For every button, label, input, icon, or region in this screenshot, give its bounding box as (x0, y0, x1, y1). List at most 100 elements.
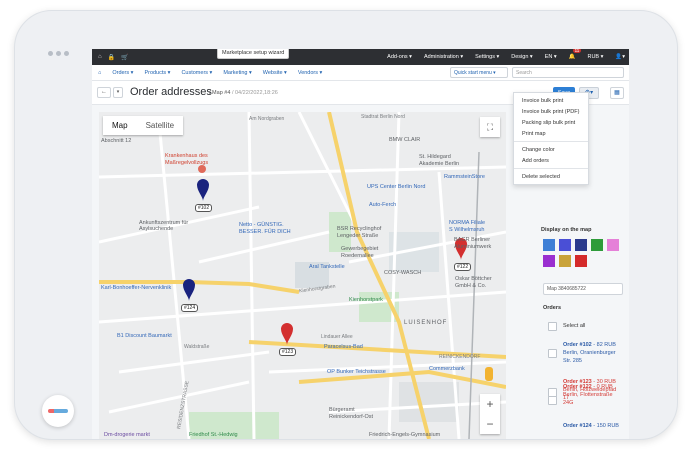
timestamp: / 04/22/2022,18:26 (231, 90, 278, 96)
menu-add-orders[interactable]: Add orders (514, 155, 588, 166)
map-label: Akademie Berlin (419, 161, 460, 167)
map-label: BMW CLAIR (389, 137, 421, 143)
street-view-pegman-icon[interactable] (485, 367, 493, 381)
menu-invoice-bulk-print[interactable]: Invoice bulk print (514, 95, 588, 106)
order-item-124[interactable]: Order #124 - 150 RUB (563, 422, 623, 430)
zoom-out-button[interactable]: − (480, 414, 500, 434)
menu-divider (514, 168, 588, 169)
menu-packing-slip-bulk-print[interactable]: Packing slip bulk print (514, 117, 588, 128)
pin-label[interactable]: #102 (195, 204, 213, 212)
order-item-123[interactable]: Order #123 - 30 RUB Berlin, Holzweidepfa… (563, 378, 623, 402)
wizard-tooltip[interactable]: Marketplace setup wizard (217, 49, 290, 59)
order-item-102[interactable]: Order #102 - 82 RUB Berlin, Oranienburge… (563, 341, 623, 365)
tab-map[interactable]: Map (103, 116, 137, 135)
menu-print-map[interactable]: Print map (514, 128, 588, 139)
map-label: REINICKENDORF (439, 354, 481, 360)
map-label: St. Hildegard (419, 154, 451, 160)
orders-heading: Orders (543, 305, 562, 311)
order-amount: - 30 RUB (591, 379, 616, 385)
map-label: Aluminiumwerk (454, 244, 492, 250)
google-map[interactable]: Map Satellite ⛶ + − #102 #124 #122 #123 … (99, 112, 506, 439)
breadcrumb: / Map #4 / 04/22/2022,18:26 (209, 90, 278, 96)
menu-delete-selected[interactable]: Delete selected (514, 171, 588, 182)
color-swatch[interactable] (543, 239, 555, 251)
map-label: OP Bunker Teichstrasse (327, 369, 386, 375)
select-all-checkbox[interactable] (548, 322, 557, 331)
color-swatch[interactable] (607, 239, 619, 251)
order-checkbox[interactable] (548, 388, 557, 397)
map-label: S Wilhelmsruh (449, 227, 485, 233)
color-swatch[interactable] (559, 239, 571, 251)
menu-language[interactable]: EN ▾ (545, 54, 557, 60)
nav-customers[interactable]: Customers ▾ (181, 70, 212, 76)
map-label: Gewerbegebiet (341, 246, 379, 252)
sensor-dot (56, 51, 61, 56)
map-label: Am Nordgraben (249, 116, 285, 122)
lock-icon[interactable]: 🔒 (108, 54, 115, 61)
home-icon[interactable]: ⌂ (98, 54, 102, 60)
chevron-down-icon[interactable]: ▾ (113, 87, 123, 98)
map-label: Oskar Böttcher (455, 276, 492, 282)
nav-home-icon[interactable]: ⌂ (98, 70, 101, 76)
map-label: Roedernallee (341, 253, 374, 259)
quick-start-menu-button[interactable]: Quick start menu ▾ (450, 67, 508, 78)
map-label: BAGR Berliner (454, 237, 491, 243)
actions-dropdown-menu: Invoice bulk print Invoice bulk print (P… (513, 92, 589, 185)
zoom-in-button[interactable]: + (480, 394, 500, 414)
user-icon[interactable]: 👤▾ (615, 54, 625, 60)
select-all-label: Select all (563, 323, 586, 329)
notifications-bell-icon[interactable]: 🔔 11 (569, 49, 582, 60)
notification-count: 11 (572, 49, 582, 53)
menu-settings[interactable]: Settings ▾ (475, 54, 499, 60)
color-swatch[interactable] (575, 239, 587, 251)
pin-label[interactable]: #124 (181, 304, 199, 312)
map-label: GmbH & Co. (455, 283, 487, 289)
color-swatch[interactable] (575, 255, 587, 267)
order-checkbox[interactable] (548, 396, 557, 405)
color-swatch[interactable] (543, 255, 555, 267)
color-picker (543, 239, 628, 271)
map-label: Karl-Bonhoeffer-Nervenklinik (101, 285, 172, 291)
back-arrow-icon[interactable]: ← (97, 87, 111, 98)
camera-dot (48, 51, 53, 56)
map-label: Waldstraße (184, 344, 210, 350)
pin-label[interactable]: #122 (454, 263, 472, 271)
map-label: Friedrich-Engels-Gymnasium (369, 432, 441, 438)
map-label: Reinickendorf-Ost (329, 414, 374, 420)
menu-change-color[interactable]: Change color (514, 144, 588, 155)
nav-vendors[interactable]: Vendors ▾ (298, 70, 322, 76)
map-label: NORMA Filiale (449, 220, 486, 226)
nav-orders[interactable]: Orders ▾ (112, 70, 133, 76)
nav-products[interactable]: Products ▾ (144, 70, 170, 76)
nav-website[interactable]: Website ▾ (263, 70, 287, 76)
map-label: Lengeder Straße (337, 233, 379, 239)
color-swatch[interactable] (591, 239, 603, 251)
page-title: Order addresses (130, 86, 212, 98)
grid-view-icon[interactable]: ▦ (610, 87, 624, 99)
menu-addons[interactable]: Add-ons ▾ (387, 54, 412, 60)
map-label: Lindauer Allee (321, 334, 353, 340)
map-label: BSR Recyclinghof (337, 226, 382, 232)
map-label: Aral Tankstelle (309, 264, 345, 270)
menu-administration[interactable]: Administration ▾ (424, 54, 463, 60)
pin-label[interactable]: #123 (279, 348, 297, 356)
nav-marketing[interactable]: Marketing ▾ (223, 70, 251, 76)
fullscreen-icon[interactable]: ⛶ (480, 117, 500, 137)
menu-design[interactable]: Design ▾ (511, 54, 532, 60)
chat-widget-button[interactable] (42, 395, 74, 427)
menu-invoice-bulk-print-pdf[interactable]: Invoice bulk print (PDF) (514, 106, 588, 117)
map-label: BESSER. FÜR DICH (239, 229, 291, 235)
map-name-input[interactable]: Map 3840685722 (543, 283, 623, 295)
order-checkbox[interactable] (548, 349, 557, 358)
map-label: Bürgeramt (329, 407, 355, 413)
map-label: Netto - GÜNSTIG. (239, 222, 284, 228)
map-label: Auto-Ferch (369, 202, 397, 208)
cart-icon[interactable]: 🛒 (121, 54, 128, 61)
menu-currency[interactable]: RUB ▾ (587, 54, 603, 60)
sensor-dot (64, 51, 69, 56)
map-label: Friedhof St.-Hedwig (189, 432, 238, 438)
tab-satellite[interactable]: Satellite (137, 116, 183, 135)
map-label: LUISENHOF (404, 320, 448, 326)
color-swatch[interactable] (559, 255, 571, 267)
search-input[interactable]: Search (512, 67, 624, 78)
